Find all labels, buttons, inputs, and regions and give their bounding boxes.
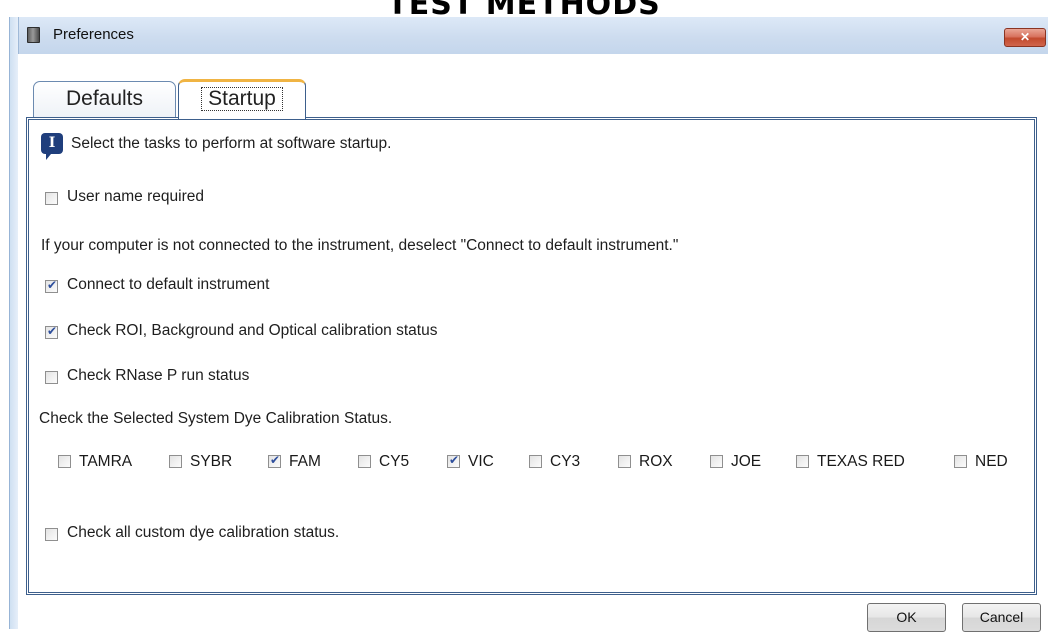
connect-default-label[interactable]: Connect to default instrument	[67, 276, 269, 294]
dye-checkbox-fam[interactable]	[268, 453, 281, 468]
check-rnase-checkbox[interactable]	[45, 371, 58, 384]
title-bar[interactable]: Preferences ✕	[10, 17, 1048, 54]
connect-default-checkbox[interactable]	[45, 278, 58, 293]
window-title: Preferences	[53, 26, 134, 43]
dye-label-joe: JOE	[731, 453, 762, 470]
dye-checkbox-joe[interactable]	[710, 455, 723, 468]
check-roi-checkbox[interactable]	[45, 324, 58, 339]
dye-checkbox-cy3[interactable]	[529, 455, 542, 468]
tab-defaults[interactable]: Defaults	[33, 81, 176, 118]
tab-startup-label: Startup	[201, 87, 283, 111]
dye-label-cy3: CY3	[550, 453, 581, 470]
dye-label-texas-red: TEXAS RED	[817, 453, 905, 470]
user-name-required-label[interactable]: User name required	[67, 188, 204, 206]
dye-checkbox-texas-red[interactable]	[796, 455, 809, 468]
dye-heading: Check the Selected System Dye Calibratio…	[39, 410, 393, 427]
dye-checkbox-rox[interactable]	[618, 455, 631, 468]
ok-button[interactable]: OK	[867, 603, 946, 632]
dye-label-tamra: TAMRA	[79, 453, 133, 470]
custom-dye-checkbox[interactable]	[45, 528, 58, 541]
startup-panel: I Select the tasks to perform at softwar…	[26, 117, 1037, 595]
check-rnase-label[interactable]: Check RNase P run status	[67, 367, 249, 385]
dye-checkbox-vic[interactable]	[447, 453, 460, 468]
user-name-required-checkbox[interactable]	[45, 192, 58, 205]
app-icon	[27, 27, 40, 43]
dye-checkbox-cy5[interactable]	[358, 455, 371, 468]
dye-label-cy5: CY5	[379, 453, 410, 470]
dye-label-ned: NED	[975, 453, 1008, 470]
dye-checkbox-sybr[interactable]	[169, 455, 182, 468]
dye-label-sybr: SYBR	[190, 453, 233, 470]
dye-label-vic: VIC	[468, 453, 494, 470]
dye-checkbox-tamra[interactable]	[58, 455, 71, 468]
tab-defaults-label: Defaults	[65, 87, 144, 110]
info-icon: I	[41, 133, 63, 160]
dye-checkbox-ned[interactable]	[954, 455, 967, 468]
info-text: Select the tasks to perform at software …	[71, 135, 392, 152]
dye-label-rox: ROX	[639, 453, 673, 470]
connection-note: If your computer is not connected to the…	[41, 237, 679, 254]
tab-startup[interactable]: Startup	[178, 79, 306, 119]
preferences-dialog: Preferences ✕ Defaults Startup I Select …	[9, 17, 1048, 632]
dialog-content: Defaults Startup I Select the tasks to p…	[18, 54, 1048, 632]
check-roi-label[interactable]: Check ROI, Background and Optical calibr…	[67, 322, 437, 340]
dye-label-fam: FAM	[289, 453, 321, 470]
close-icon: ✕	[1019, 30, 1031, 44]
close-button[interactable]: ✕	[1004, 28, 1046, 47]
cancel-button[interactable]: Cancel	[962, 603, 1041, 632]
custom-dye-label[interactable]: Check all custom dye calibration status.	[67, 524, 339, 542]
